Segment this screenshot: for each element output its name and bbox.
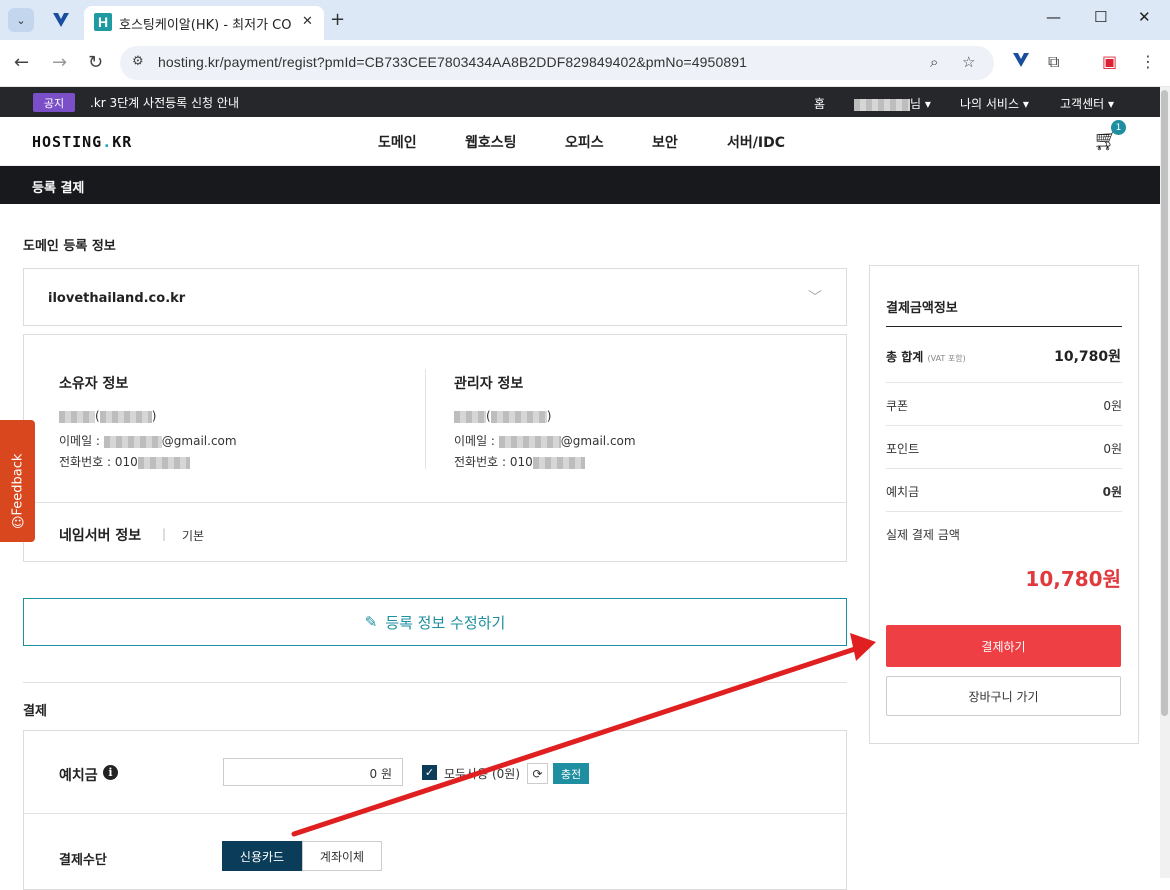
payment-row-divider — [24, 813, 846, 814]
zoom-icon[interactable]: ⌕ — [930, 53, 938, 71]
vpn-extension-icon[interactable] — [1012, 52, 1030, 72]
owner-info-title: 소유자 정보 — [59, 376, 129, 392]
section-divider — [24, 502, 846, 503]
home-link[interactable]: 홈 — [814, 95, 825, 112]
owner-phone: 전화번호 : 010 — [59, 453, 190, 470]
total-label: 총 합계 (VAT 포함) — [886, 350, 966, 364]
use-all-label: 모두사용 (0원) — [444, 767, 521, 781]
extensions-puzzle-icon[interactable]: ⧉ — [1048, 52, 1059, 72]
use-all-checkbox[interactable]: ✓ — [422, 765, 437, 780]
edit-registration-label: 등록 정보 수정하기 — [385, 613, 506, 632]
site-favicon-icon: H — [94, 13, 112, 31]
deposit-amount-value: 0 원 — [369, 767, 393, 781]
tab-close-icon[interactable]: ✕ — [302, 14, 313, 29]
admin-info-title: 관리자 정보 — [454, 376, 524, 392]
my-services-menu[interactable]: 나의 서비스 ▾ — [960, 95, 1029, 112]
nameserver-value: 기본 — [182, 529, 205, 543]
pencil-icon: ✎ — [364, 613, 378, 631]
owner-email: 이메일 : @gmail.com — [59, 434, 237, 448]
edit-registration-button[interactable]: ✎ 등록 정보 수정하기 — [23, 598, 847, 646]
charge-button[interactable]: 충전 — [553, 763, 589, 784]
new-tab-icon[interactable]: + — [330, 9, 345, 30]
domain-name: ilovethailand.co.kr — [48, 291, 186, 306]
chevron-down-icon[interactable]: ﹀ — [808, 287, 822, 307]
admin-phone: 전화번호 : 010 — [454, 453, 585, 470]
summary-title-rule — [886, 326, 1122, 327]
page-title: 등록 결제 — [32, 181, 85, 196]
notice-bar: 공지 .kr 3단계 사전등록 신청 안내 홈 님 ▾ 나의 서비스 ▾ 고객센… — [0, 87, 1160, 117]
vpn-extension-icon — [53, 13, 69, 27]
support-menu[interactable]: 고객센터 ▾ — [1060, 95, 1114, 112]
forward-icon[interactable]: → — [52, 52, 67, 73]
notice-badge: 공지 — [33, 93, 75, 112]
bank-transfer-option[interactable]: 계좌이체 — [302, 841, 382, 871]
site-logo[interactable]: HOSTING.KR — [32, 133, 132, 151]
payment-method-label: 결제수단 — [59, 853, 107, 868]
payment-summary-panel: 결제금액정보 총 합계 (VAT 포함) 10,780원 쿠폰 0원 포인트 0원 … — [869, 265, 1139, 744]
feedback-label: Feedback — [10, 453, 26, 516]
scrollbar-thumb[interactable] — [1161, 90, 1168, 716]
popcorn-extension-icon[interactable]: ▣ — [1102, 52, 1117, 71]
domain-accordion[interactable]: ilovethailand.co.kr ﹀ — [23, 268, 847, 326]
summary-title: 결제금액정보 — [886, 301, 958, 316]
tab-title: 호스팅케이알(HK) - 최저가 CO — [119, 18, 292, 33]
coupon-row: 쿠폰 0원 — [886, 382, 1122, 425]
go-to-cart-button[interactable]: 장바구니 가기 — [886, 676, 1121, 716]
pinned-tab[interactable] — [50, 10, 72, 30]
bookmark-star-icon[interactable]: ☆ — [962, 53, 975, 71]
info-icon[interactable]: i — [103, 765, 118, 780]
pay-button[interactable]: 결제하기 — [886, 625, 1121, 667]
reload-icon[interactable]: ↻ — [88, 52, 103, 73]
nameserver-info-title: 네임서버 정보 — [59, 528, 142, 544]
credit-card-option[interactable]: 신용카드 — [222, 841, 302, 871]
page-title-bar: 등록 결제 — [0, 166, 1160, 204]
admin-name: () — [454, 409, 551, 423]
active-tab[interactable]: H 호스팅케이알(HK) - 최저가 CO ✕ — [84, 6, 324, 40]
payment-divider — [23, 682, 847, 683]
back-icon[interactable]: ← — [14, 52, 29, 73]
browser-menu-icon[interactable]: ⋮ — [1140, 52, 1156, 71]
nav-office[interactable]: 오피스 — [565, 132, 604, 152]
nav-security[interactable]: 보안 — [652, 132, 678, 152]
deposit-row: 예치금 0원 — [886, 468, 1122, 511]
blurred-username — [854, 98, 910, 111]
nameserver-separator: | — [162, 527, 167, 541]
nav-domain[interactable]: 도메인 — [378, 132, 417, 152]
nav-server-idc[interactable]: 서버/IDC — [727, 132, 785, 152]
refresh-icon[interactable]: ⟳ — [527, 763, 548, 784]
user-menu[interactable]: 님 ▾ — [854, 95, 931, 112]
contact-divider — [425, 369, 426, 469]
total-value: 10,780원 — [1054, 349, 1121, 365]
notice-link[interactable]: .kr 3단계 사전등록 신청 안내 — [90, 94, 239, 111]
browser-tab-bar: ⌄ H 호스팅케이알(HK) - 최저가 CO ✕ + — ☐ ✕ — [0, 0, 1170, 40]
actual-payment-value: 10,780원 — [1025, 567, 1121, 591]
actual-payment-row: 실제 결제 금액 — [886, 511, 1122, 554]
nav-webhosting[interactable]: 웹호스팅 — [465, 132, 517, 152]
feedback-icon: ☺ — [11, 516, 25, 531]
browser-toolbar: ← → ↻ ⚙ hosting.kr/payment/regist?pmId=C… — [0, 40, 1170, 87]
owner-name: () — [59, 409, 156, 423]
site-info-icon[interactable]: ⚙ — [132, 54, 144, 69]
deposit-label: 예치금 — [59, 768, 98, 784]
tab-list-button[interactable]: ⌄ — [8, 8, 34, 32]
admin-email: 이메일 : @gmail.com — [454, 434, 636, 448]
url-text: hosting.kr/payment/regist?pmId=CB733CEE7… — [158, 54, 747, 70]
cart-count-badge: 1 — [1111, 120, 1126, 135]
point-row: 포인트 0원 — [886, 425, 1122, 468]
domain-info-heading: 도메인 등록 정보 — [23, 239, 116, 254]
maximize-icon[interactable]: ☐ — [1094, 8, 1107, 26]
user-suffix: 님 ▾ — [910, 97, 931, 111]
feedback-tab[interactable]: Feedback ☺ — [0, 420, 35, 542]
deposit-amount-input[interactable]: 0 원 — [223, 758, 403, 786]
address-bar[interactable]: ⚙ hosting.kr/payment/regist?pmId=CB733CE… — [120, 46, 994, 80]
payment-panel: 예치금 i 결제수단 — [23, 730, 847, 890]
close-window-icon[interactable]: ✕ — [1138, 8, 1151, 26]
site-header: HOSTING.KR 도메인 웹호스팅 오피스 보안 서버/IDC 🛒︎ 1 — [0, 117, 1160, 166]
contact-info-panel: 소유자 정보 () 이메일 : @gmail.com 전화번호 : 010 관리… — [23, 334, 847, 562]
payment-heading: 결제 — [23, 704, 47, 719]
minimize-icon[interactable]: — — [1046, 8, 1061, 26]
